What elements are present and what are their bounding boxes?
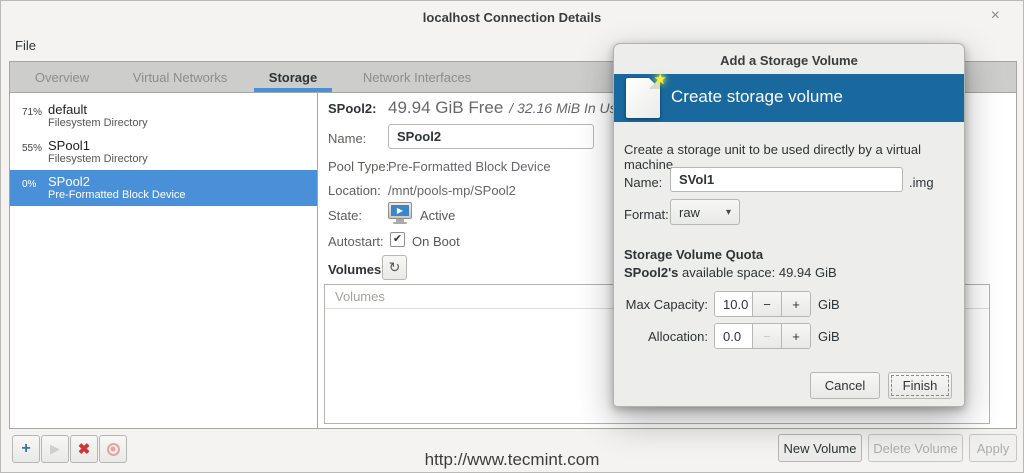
pool-name: default	[48, 102, 313, 117]
max-capacity-spinbox: 10.0 − +	[714, 291, 811, 317]
allocation-unit: GiB	[818, 329, 840, 344]
max-capacity-value[interactable]: 10.0	[715, 292, 752, 316]
max-capacity-plus-button[interactable]: +	[781, 292, 810, 316]
autostart-value: On Boot	[412, 234, 460, 249]
pool-in-use: / 32.16 MiB In Use	[509, 100, 624, 116]
format-label: Format:	[624, 207, 669, 222]
tab-storage[interactable]: Storage	[269, 70, 317, 85]
format-value: raw	[679, 205, 700, 220]
pool-list-item-spool1[interactable]: 55% SPool1 Filesystem Directory	[10, 134, 317, 170]
pool-usage-percent: 55%	[22, 143, 42, 154]
format-dropdown[interactable]: raw ▾	[670, 199, 740, 225]
pool-summary: SPool2: 49.94 GiB Free / 32.16 MiB In Us…	[328, 98, 624, 118]
pool-free-space: 49.94 GiB Free	[388, 98, 503, 118]
pool-list-item-default[interactable]: 71% default Filesystem Directory	[10, 98, 317, 134]
max-capacity-minus-button[interactable]: −	[752, 292, 781, 316]
pool-name: SPool2	[48, 174, 313, 189]
name-label: Name:	[328, 131, 366, 146]
watermark: http://www.tecmint.com	[1, 450, 1023, 470]
max-capacity-label: Max Capacity:	[614, 297, 708, 312]
close-icon[interactable]: ×	[991, 8, 1000, 24]
location-value: /mnt/pools-mp/SPool2	[388, 183, 516, 198]
refresh-icon: ↻	[389, 259, 401, 276]
state-label: State:	[328, 208, 362, 223]
pool-type: Filesystem Directory	[48, 117, 313, 130]
pool-summary-label: SPool2:	[328, 101, 388, 116]
pool-type: Pre-Formatted Block Device	[48, 189, 313, 202]
pool-name: SPool1	[48, 138, 313, 153]
volume-name-suffix: .img	[909, 175, 934, 190]
allocation-value[interactable]: 0.0	[715, 324, 752, 348]
menu-file[interactable]: File	[15, 38, 36, 53]
pool-type-label: Pool Type:	[328, 159, 389, 174]
pool-usage-percent: 71%	[22, 107, 42, 118]
banner-title: Create storage volume	[671, 87, 843, 107]
allocation-spinbox: 0.0 − +	[714, 323, 811, 349]
allocation-label: Allocation:	[614, 329, 708, 344]
tab-virtual-networks[interactable]: Virtual Networks	[133, 70, 227, 85]
dialog-banner: ★ Create storage volume	[614, 74, 964, 122]
location-label: Location:	[328, 183, 381, 198]
quota-heading: Storage Volume Quota	[624, 247, 763, 262]
chevron-down-icon: ▾	[726, 207, 731, 218]
tab-overview[interactable]: Overview	[35, 70, 89, 85]
autostart-label: Autostart:	[328, 234, 384, 249]
allocation-plus-button[interactable]: +	[781, 324, 810, 348]
max-capacity-unit: GiB	[818, 297, 840, 312]
quota-available: available space: 49.94 GiB	[678, 265, 836, 280]
pool-usage-percent: 0%	[22, 179, 36, 190]
pool-list-item-spool2[interactable]: 0% SPool2 Pre-Formatted Block Device	[10, 170, 317, 206]
state-value: Active	[420, 208, 455, 223]
volume-name-input[interactable]	[670, 167, 903, 192]
quota-pool-name: SPool2's	[624, 265, 678, 280]
pool-name-input[interactable]	[388, 124, 594, 149]
tab-network-interfaces[interactable]: Network Interfaces	[363, 70, 471, 85]
allocation-minus-button[interactable]: −	[752, 324, 781, 348]
state-active-icon: ▶	[388, 202, 412, 224]
refresh-volumes-button[interactable]: ↻	[382, 255, 407, 280]
window-title: localhost Connection Details	[1, 10, 1023, 25]
pool-list: 71% default Filesystem Directory 55% SPo…	[10, 93, 318, 428]
add-storage-volume-dialog: Add a Storage Volume ★ Create storage vo…	[613, 43, 965, 407]
pool-type-value: Pre-Formatted Block Device	[388, 159, 551, 174]
new-volume-icon: ★	[626, 78, 660, 118]
autostart-checkbox[interactable]: ✔	[390, 232, 405, 247]
finish-button[interactable]: Finish	[888, 372, 952, 399]
quota-line: SPool2's available space: 49.94 GiB	[624, 265, 837, 280]
volumes-section-label: Volumes	[328, 262, 381, 277]
play-icon: ▶	[391, 205, 409, 216]
volume-name-label: Name:	[624, 175, 662, 190]
pool-type: Filesystem Directory	[48, 153, 313, 166]
connection-details-window: localhost Connection Details × File Over…	[0, 0, 1024, 473]
cancel-button[interactable]: Cancel	[810, 372, 880, 399]
dialog-title: Add a Storage Volume	[614, 53, 964, 68]
star-icon: ★	[654, 70, 667, 88]
check-icon: ✔	[393, 233, 402, 245]
